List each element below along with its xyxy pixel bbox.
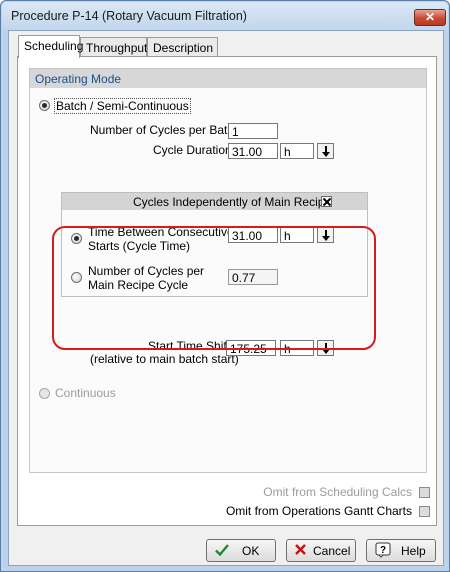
cycle-time-unit-select[interactable]: h	[280, 227, 314, 243]
omit-scheduling-label: Omit from Scheduling Calcs	[263, 485, 412, 499]
down-arrow-icon	[322, 146, 330, 157]
batch-radio[interactable]	[39, 100, 50, 111]
title-bar[interactable]: Procedure P-14 (Rotary Vacuum Filtration…	[2, 2, 448, 30]
down-arrow-icon	[322, 230, 330, 241]
cycle-duration-unit-select[interactable]: h	[280, 143, 314, 159]
down-arrow-icon	[322, 343, 330, 354]
cycle-duration-label: Cycle Duration	[153, 143, 232, 157]
independent-cycles-checkbox[interactable]	[321, 196, 332, 207]
tab-scheduling[interactable]: Scheduling	[18, 35, 84, 58]
cycle-time-unit-button[interactable]	[317, 227, 334, 243]
cycle-duration-input[interactable]: 31.00	[228, 143, 278, 159]
cycle-time-radio[interactable]	[71, 233, 82, 244]
cycle-duration-unit-button[interactable]	[317, 143, 334, 159]
dialog-window: Procedure P-14 (Rotary Vacuum Filtration…	[0, 0, 450, 572]
tab-label: Scheduling	[24, 39, 84, 53]
tab-throughput[interactable]: Throughput	[80, 37, 147, 57]
start-shift-sublabel: (relative to main batch start)	[90, 352, 239, 366]
close-icon: ✕	[424, 10, 436, 24]
cancel-x-icon	[295, 544, 306, 555]
cycle-time-label-line1: Time Between Consecutive	[88, 225, 234, 239]
cycles-per-batch-input[interactable]: 1	[228, 123, 278, 139]
start-shift-unit-select[interactable]: h	[280, 340, 314, 356]
cycles-per-main-radio[interactable]	[71, 272, 82, 283]
cycle-time-input[interactable]: 31.00	[228, 227, 278, 243]
cycles-per-main-label-line1: Number of Cycles per	[88, 264, 205, 278]
continuous-radio[interactable]	[39, 388, 50, 399]
operating-mode-title: Operating Mode	[30, 69, 426, 88]
start-shift-unit-button[interactable]	[317, 340, 334, 356]
cycles-per-batch-label: Number of Cycles per Batch	[90, 123, 241, 137]
start-shift-label: Start Time Shift	[148, 339, 231, 353]
continuous-label: Continuous	[55, 386, 116, 400]
batch-label[interactable]: Batch / Semi-Continuous	[54, 98, 191, 114]
operating-mode-group: Operating Mode Batch / Semi-Continuous N…	[29, 68, 427, 473]
window-title: Procedure P-14 (Rotary Vacuum Filtration…	[11, 9, 247, 23]
dialog-body: Scheduling Throughput Description Operat…	[8, 30, 444, 566]
tab-label: Throughput	[86, 41, 148, 55]
start-shift-input[interactable]: 175.25	[226, 340, 276, 356]
omit-gantt-checkbox[interactable]	[419, 506, 430, 517]
ok-button[interactable]: OK	[206, 539, 276, 562]
independent-cycles-group: Cycles Independently of Main Recipe Time…	[61, 192, 368, 297]
svg-text:?: ?	[380, 545, 386, 556]
omit-gantt-label: Omit from Operations Gantt Charts	[225, 504, 412, 518]
cycles-per-main-value: 0.77	[228, 269, 278, 285]
help-icon: ?	[375, 542, 391, 558]
cycle-time-label-line2: Starts (Cycle Time)	[88, 239, 191, 253]
help-label: Help	[401, 544, 426, 558]
ok-label: OK	[242, 544, 260, 558]
independent-cycles-title: Cycles Independently of Main Recipe	[133, 195, 332, 209]
scheduling-panel: Operating Mode Batch / Semi-Continuous N…	[17, 56, 437, 526]
check-x-icon	[322, 197, 332, 207]
cycles-per-main-label-line2: Main Recipe Cycle	[88, 278, 189, 292]
tab-description[interactable]: Description	[147, 37, 218, 57]
checkmark-icon	[215, 544, 229, 557]
cancel-label: Cancel	[313, 544, 351, 558]
tab-label: Description	[153, 41, 214, 55]
omit-scheduling-checkbox[interactable]	[419, 487, 430, 498]
independent-cycles-header: Cycles Independently of Main Recipe	[62, 193, 367, 210]
help-button[interactable]: ? Help	[366, 539, 436, 562]
close-button[interactable]: ✕	[414, 9, 446, 26]
cancel-button[interactable]: Cancel	[286, 539, 356, 562]
